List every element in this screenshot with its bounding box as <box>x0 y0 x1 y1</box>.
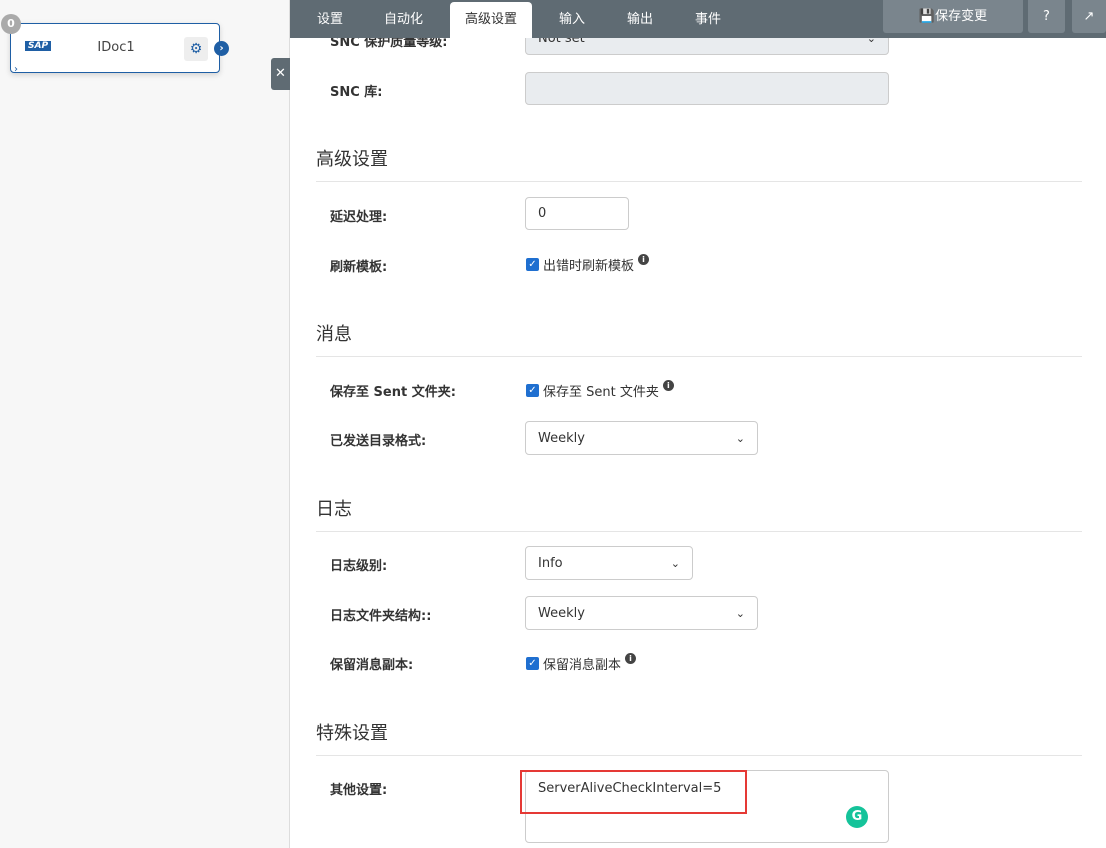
refresh-label: 刷新模板: <box>330 260 388 275</box>
output-port-icon[interactable]: › <box>214 41 229 56</box>
settings-panel: SNC 保护质量等级: Not set ⌄ SNC 库: 高级设置 延迟处理: 0… <box>290 0 1106 848</box>
tab-events[interactable]: 事件 <box>680 0 736 38</box>
node-count-badge: 0 <box>1 14 21 34</box>
save-icon: 💾 <box>918 9 936 24</box>
copy-checkbox-label: 保留消息副本 <box>543 658 622 673</box>
chevron-down-icon: ⌄ <box>735 606 745 620</box>
checkbox-checked-icon[interactable]: ✓ <box>526 384 539 397</box>
gear-icon[interactable]: ⚙ <box>184 37 208 61</box>
other-label: 其他设置: <box>330 783 388 798</box>
log-folder-select[interactable]: Weekly ⌄ <box>525 596 758 630</box>
delay-label: 延迟处理: <box>330 210 388 225</box>
info-icon: i <box>625 653 637 664</box>
input-port-icon[interactable]: › <box>14 64 18 75</box>
snc-lib-input[interactable] <box>525 72 889 105</box>
log-level-value: Info <box>538 555 563 571</box>
external-link-button[interactable]: ↗ <box>1072 0 1106 33</box>
save-label: 保存变更 <box>935 9 988 24</box>
section-messages: 消息 <box>316 320 1082 357</box>
log-folder-value: Weekly <box>538 605 585 621</box>
close-panel-button[interactable]: ✕ <box>271 58 290 90</box>
format-select[interactable]: Weekly ⌄ <box>525 421 758 455</box>
sent-checkbox[interactable]: ✓ 保存至 Sent 文件夹 i <box>526 380 674 400</box>
refresh-checkbox-label: 出错时刷新模板 <box>543 259 635 274</box>
section-log: 日志 <box>316 495 1082 532</box>
log-folder-label: 日志文件夹结构:: <box>330 609 432 624</box>
canvas-panel: › SAP IDoc1 ⚙ › 0 ✕ <box>0 0 290 848</box>
tab-automation[interactable]: 自动化 <box>369 0 438 38</box>
sent-label: 保存至 Sent 文件夹: <box>330 385 456 400</box>
delay-input[interactable]: 0 <box>525 197 629 230</box>
section-special: 特殊设置 <box>316 719 1082 756</box>
tab-advanced[interactable]: 高级设置 <box>450 2 533 38</box>
format-value: Weekly <box>538 430 585 446</box>
save-button[interactable]: 💾保存变更 <box>883 0 1023 33</box>
sent-checkbox-label: 保存至 Sent 文件夹 <box>543 385 659 400</box>
chevron-down-icon: ⌄ <box>670 556 680 570</box>
section-advanced: 高级设置 <box>316 145 1082 182</box>
tab-settings[interactable]: 设置 <box>302 0 358 38</box>
idoc-node[interactable]: › SAP IDoc1 ⚙ › <box>10 23 229 75</box>
grammarly-icon[interactable]: G <box>846 806 868 828</box>
checkbox-checked-icon[interactable]: ✓ <box>526 258 539 271</box>
external-link-icon: ↗ <box>1083 9 1095 24</box>
snc-lib-label: SNC 库: <box>330 85 383 100</box>
log-level-label: 日志级别: <box>330 559 388 574</box>
help-icon: ? <box>1043 9 1050 24</box>
log-level-select[interactable]: Info ⌄ <box>525 546 693 580</box>
tab-input[interactable]: 输入 <box>544 0 600 38</box>
copy-checkbox[interactable]: ✓ 保留消息副本 i <box>526 653 637 673</box>
refresh-checkbox[interactable]: ✓ 出错时刷新模板 i <box>526 254 650 274</box>
copy-label: 保留消息副本: <box>330 658 414 673</box>
top-tab-bar: 设置 自动化 高级设置 输入 输出 事件 💾保存变更 ? ↗ <box>290 0 1106 38</box>
chevron-down-icon: ⌄ <box>735 431 745 445</box>
info-icon: i <box>662 380 674 391</box>
info-icon: i <box>638 254 650 265</box>
checkbox-checked-icon[interactable]: ✓ <box>526 657 539 670</box>
help-button[interactable]: ? <box>1028 0 1065 33</box>
highlight-box <box>520 770 747 814</box>
format-label: 已发送目录格式: <box>330 434 427 449</box>
tab-output[interactable]: 输出 <box>612 0 668 38</box>
